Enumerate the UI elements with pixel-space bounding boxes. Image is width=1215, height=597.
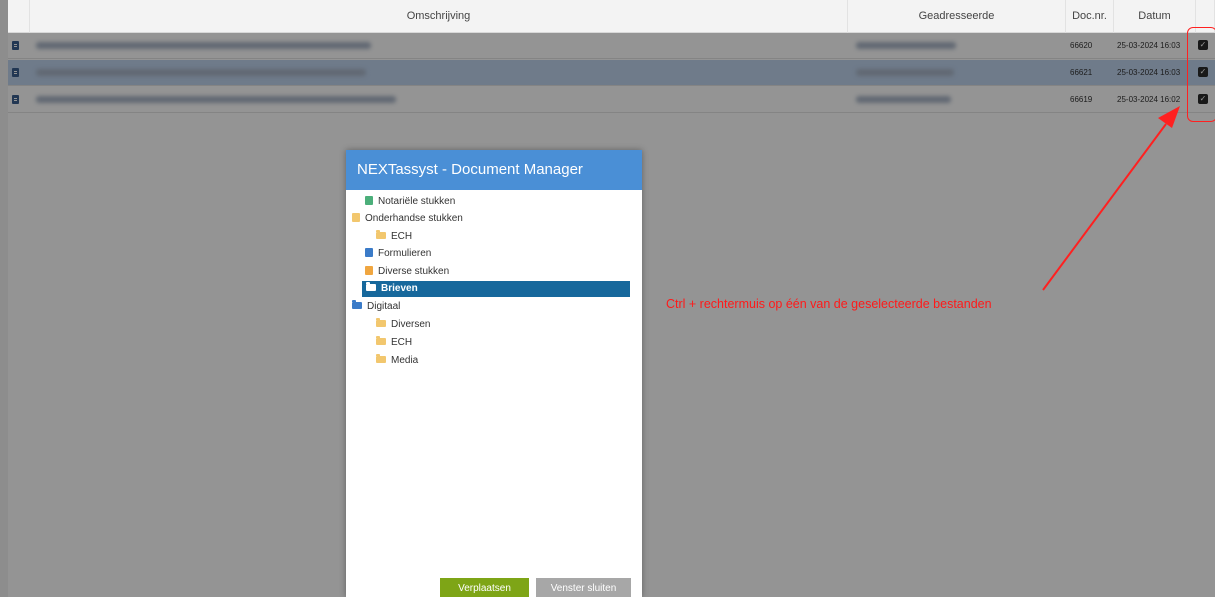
folder-yellow-icon xyxy=(376,336,386,345)
tree-item-ech[interactable]: ECH xyxy=(376,229,412,245)
tree-item-label: Notariële stukken xyxy=(378,196,456,207)
folder-blue-icon xyxy=(352,300,362,309)
tree-item-label: ECH xyxy=(391,337,413,348)
file-green-icon xyxy=(365,196,373,205)
file-orange-icon xyxy=(365,266,373,275)
tree-item-label: Diverse stukken xyxy=(378,266,450,277)
selection-highlight-box xyxy=(1187,27,1215,122)
file-blue-icon xyxy=(365,248,373,257)
tree-item-label: Digitaal xyxy=(367,301,401,312)
tree-item-brieven[interactable]: Brieven xyxy=(362,281,630,297)
document-manager-dialog: NEXTassyst - Document Manager Notariële … xyxy=(346,150,642,597)
tree-item-media[interactable]: Media xyxy=(376,353,418,369)
tree-item-formulieren[interactable]: Formulieren xyxy=(365,246,431,262)
tree-item-label: ECH xyxy=(391,231,413,242)
header-datum[interactable]: Datum xyxy=(1114,0,1196,33)
close-window-button[interactable]: Venster sluiten xyxy=(536,578,631,597)
app-window: Omschrijving Geadresseerde Doc.nr. Datum… xyxy=(0,0,1215,597)
tree-item-notariele-stukken[interactable]: Notariële stukken xyxy=(365,194,455,210)
folder-yellow-icon xyxy=(376,230,386,239)
tree-item-diverse-stukken[interactable]: Diverse stukken xyxy=(365,264,449,280)
folder-yellow-icon xyxy=(376,318,386,327)
tree-item-diversen[interactable]: Diversen xyxy=(376,317,430,333)
dialog-title: NEXTassyst - Document Manager xyxy=(346,150,642,190)
tree-item-label: Formulieren xyxy=(378,248,432,259)
tree-item-label: Media xyxy=(391,355,419,366)
tree-item-digitaal[interactable]: Digitaal xyxy=(352,299,400,315)
header-docnr[interactable]: Doc.nr. xyxy=(1066,0,1114,33)
annotation-text: Ctrl + rechtermuis op één van de geselec… xyxy=(666,297,992,311)
file-yellow-icon xyxy=(352,213,360,222)
folder-open-icon xyxy=(366,282,376,291)
folder-yellow-icon xyxy=(376,354,386,363)
header-geadresseerde[interactable]: Geadresseerde xyxy=(848,0,1066,33)
tree-item-onderhandse-stukken[interactable]: Onderhandse stukken xyxy=(352,211,463,227)
tree-item-ech-digitaal[interactable]: ECH xyxy=(376,335,412,351)
header-omschrijving[interactable]: Omschrijving xyxy=(30,0,848,33)
tree-item-label: Onderhandse stukken xyxy=(365,213,463,224)
move-button[interactable]: Verplaatsen xyxy=(440,578,529,597)
tree-item-label: Brieven xyxy=(381,283,418,294)
tree-item-label: Diversen xyxy=(391,319,431,330)
header-icon-column xyxy=(8,0,30,33)
